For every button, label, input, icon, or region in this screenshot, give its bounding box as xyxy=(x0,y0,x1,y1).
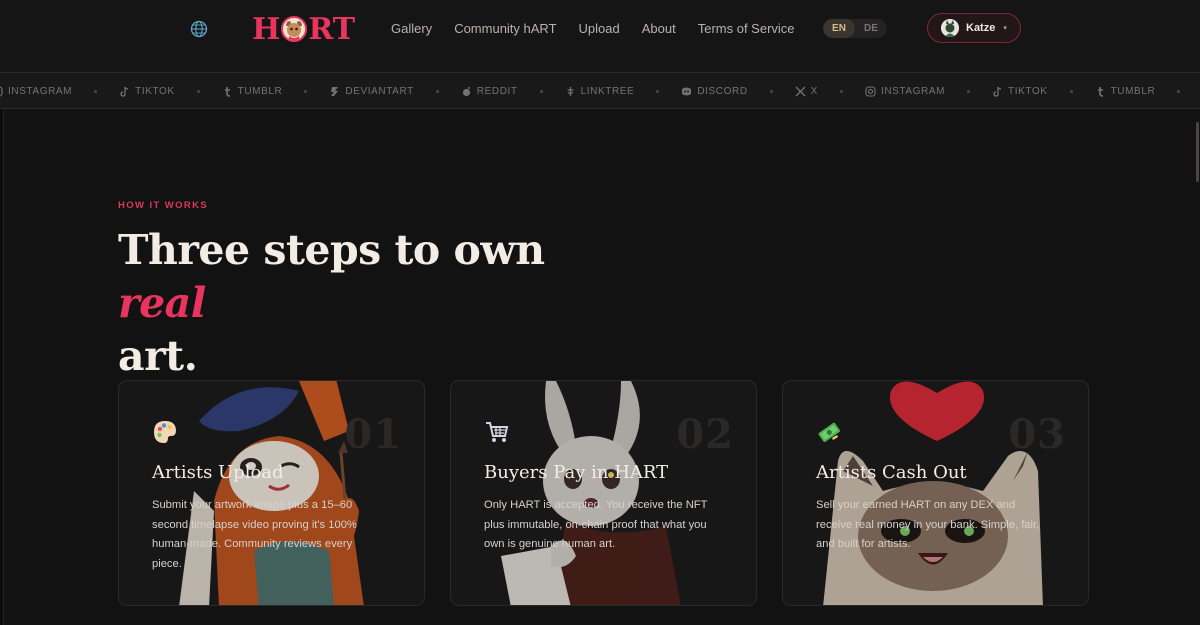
scrollbar-thumb[interactable] xyxy=(1196,122,1199,182)
site-header: H RT Gallery Community hART Upload About… xyxy=(0,0,1200,72)
logo-mascot-icon xyxy=(281,16,308,42)
social-link-discord[interactable]: DISCORD xyxy=(681,86,747,97)
headline-accent: real xyxy=(118,279,206,327)
lang-de-button[interactable]: DE xyxy=(855,19,887,38)
deviantart-icon xyxy=(331,87,339,96)
ticker-separator xyxy=(769,90,773,93)
linktree-icon xyxy=(567,87,574,96)
social-link-label: INSTAGRAM xyxy=(880,86,946,97)
tumblr-icon xyxy=(1097,87,1103,97)
nav-gallery[interactable]: Gallery xyxy=(391,21,432,36)
social-link-label: REDDIT xyxy=(476,86,518,97)
ticker-separator xyxy=(1177,90,1181,93)
tiktok-icon xyxy=(120,86,129,97)
social-link-label: DISCORD xyxy=(697,86,748,97)
reddit-icon xyxy=(462,87,470,97)
headline-text-2: art. xyxy=(118,332,198,380)
social-link-label: TUMBLR xyxy=(237,86,283,97)
ticker-separator xyxy=(304,90,308,93)
card-description: Submit your artwork image plus a 15–60 s… xyxy=(152,499,357,570)
social-link-label: TUMBLR xyxy=(1110,86,1156,97)
step-card-cash-out: 03 Artists Cash Out Sell your earned HAR… xyxy=(782,380,1089,606)
palette-icon xyxy=(154,421,176,443)
nav-about[interactable]: About xyxy=(642,21,676,36)
shopping-cart-icon xyxy=(486,422,509,442)
ticker-separator xyxy=(839,90,843,93)
x-icon xyxy=(795,86,806,97)
ticker-separator xyxy=(656,90,660,93)
card-title: Artists Cash Out xyxy=(816,462,967,483)
ticker-separator xyxy=(94,90,98,93)
social-link-label: DEVIANTART xyxy=(345,86,414,97)
social-link-label: X xyxy=(810,86,818,97)
globe-icon[interactable] xyxy=(190,20,208,38)
social-link-instagram[interactable]: INSTAGRAM xyxy=(0,86,72,97)
social-link-linktree[interactable]: LINKTREE xyxy=(565,86,635,97)
social-link-label: INSTAGRAM xyxy=(8,86,73,97)
ticker-separator xyxy=(1069,90,1073,93)
social-link-x[interactable]: X xyxy=(795,86,818,97)
social-link-reddit[interactable]: REDDIT xyxy=(461,86,518,97)
ticker-separator xyxy=(539,90,543,93)
caret-down-icon: ▾ xyxy=(1003,25,1007,32)
logo-text-h: H xyxy=(252,11,281,47)
social-link-tumblr[interactable]: TUMBLR xyxy=(1095,86,1156,97)
instagram-icon xyxy=(865,86,876,97)
social-ticker: INSTAGRAM TIKTOK TUMBLR DEVIANTART REDDIT LIN… xyxy=(0,72,1200,109)
step-number: 02 xyxy=(676,411,734,458)
nav-community-hart[interactable]: Community hART xyxy=(454,21,556,36)
ticker-separator xyxy=(435,90,439,93)
nav-terms-of-service[interactable]: Terms of Service xyxy=(698,21,795,36)
lang-en-button[interactable]: EN xyxy=(823,19,855,38)
ticker-separator xyxy=(196,90,200,93)
social-link-label: LINKTREE xyxy=(580,86,635,97)
card-title: Buyers Pay in HART xyxy=(484,462,669,483)
site-logo[interactable]: H RT xyxy=(252,11,356,47)
card-title: Artists Upload xyxy=(152,462,284,483)
headline-text: Three steps to own xyxy=(118,226,545,274)
social-link-label: TIKTOK xyxy=(135,86,175,97)
social-link-deviantart[interactable]: DEVIANTART xyxy=(329,86,413,97)
language-toggle: EN DE xyxy=(823,19,887,38)
main-nav: Gallery Community hART Upload About Term… xyxy=(391,21,817,36)
social-link-tumblr[interactable]: TUMBLR xyxy=(222,86,283,97)
discord-icon xyxy=(682,87,692,96)
section-headline: Three steps to own real art. xyxy=(118,224,638,383)
step-number: 03 xyxy=(1008,411,1066,458)
social-link-label: TIKTOK xyxy=(1008,86,1048,97)
tiktok-icon xyxy=(993,86,1002,97)
money-icon xyxy=(818,422,841,443)
card-description: Sell your earned HART on any DEX and rec… xyxy=(816,499,1040,551)
instagram-icon xyxy=(0,86,3,97)
step-card-upload: 01 Artists Upload Submit your artwork im… xyxy=(118,380,425,606)
logo-text-rt: RT xyxy=(308,11,356,47)
step-number: 01 xyxy=(344,411,402,458)
card-description: Only HART is accepted. You receive the N… xyxy=(484,499,708,551)
nav-upload[interactable]: Upload xyxy=(579,21,620,36)
user-name: Katze xyxy=(966,22,996,34)
social-link-instagram[interactable]: INSTAGRAM xyxy=(865,86,945,97)
step-card-pay: 02 Buyers Pay in HART Only HART is accep… xyxy=(450,380,757,606)
tumblr-icon xyxy=(224,87,230,97)
section-eyebrow: HOW IT WORKS xyxy=(118,200,209,211)
ticker-separator xyxy=(967,90,971,93)
social-link-tiktok[interactable]: TIKTOK xyxy=(119,86,175,97)
avatar xyxy=(941,19,959,37)
ticker-track: INSTAGRAM TIKTOK TUMBLR DEVIANTART REDDIT LIN… xyxy=(0,73,1200,108)
social-link-tiktok[interactable]: TIKTOK xyxy=(992,86,1048,97)
user-menu-button[interactable]: Katze ▾ xyxy=(927,13,1021,43)
